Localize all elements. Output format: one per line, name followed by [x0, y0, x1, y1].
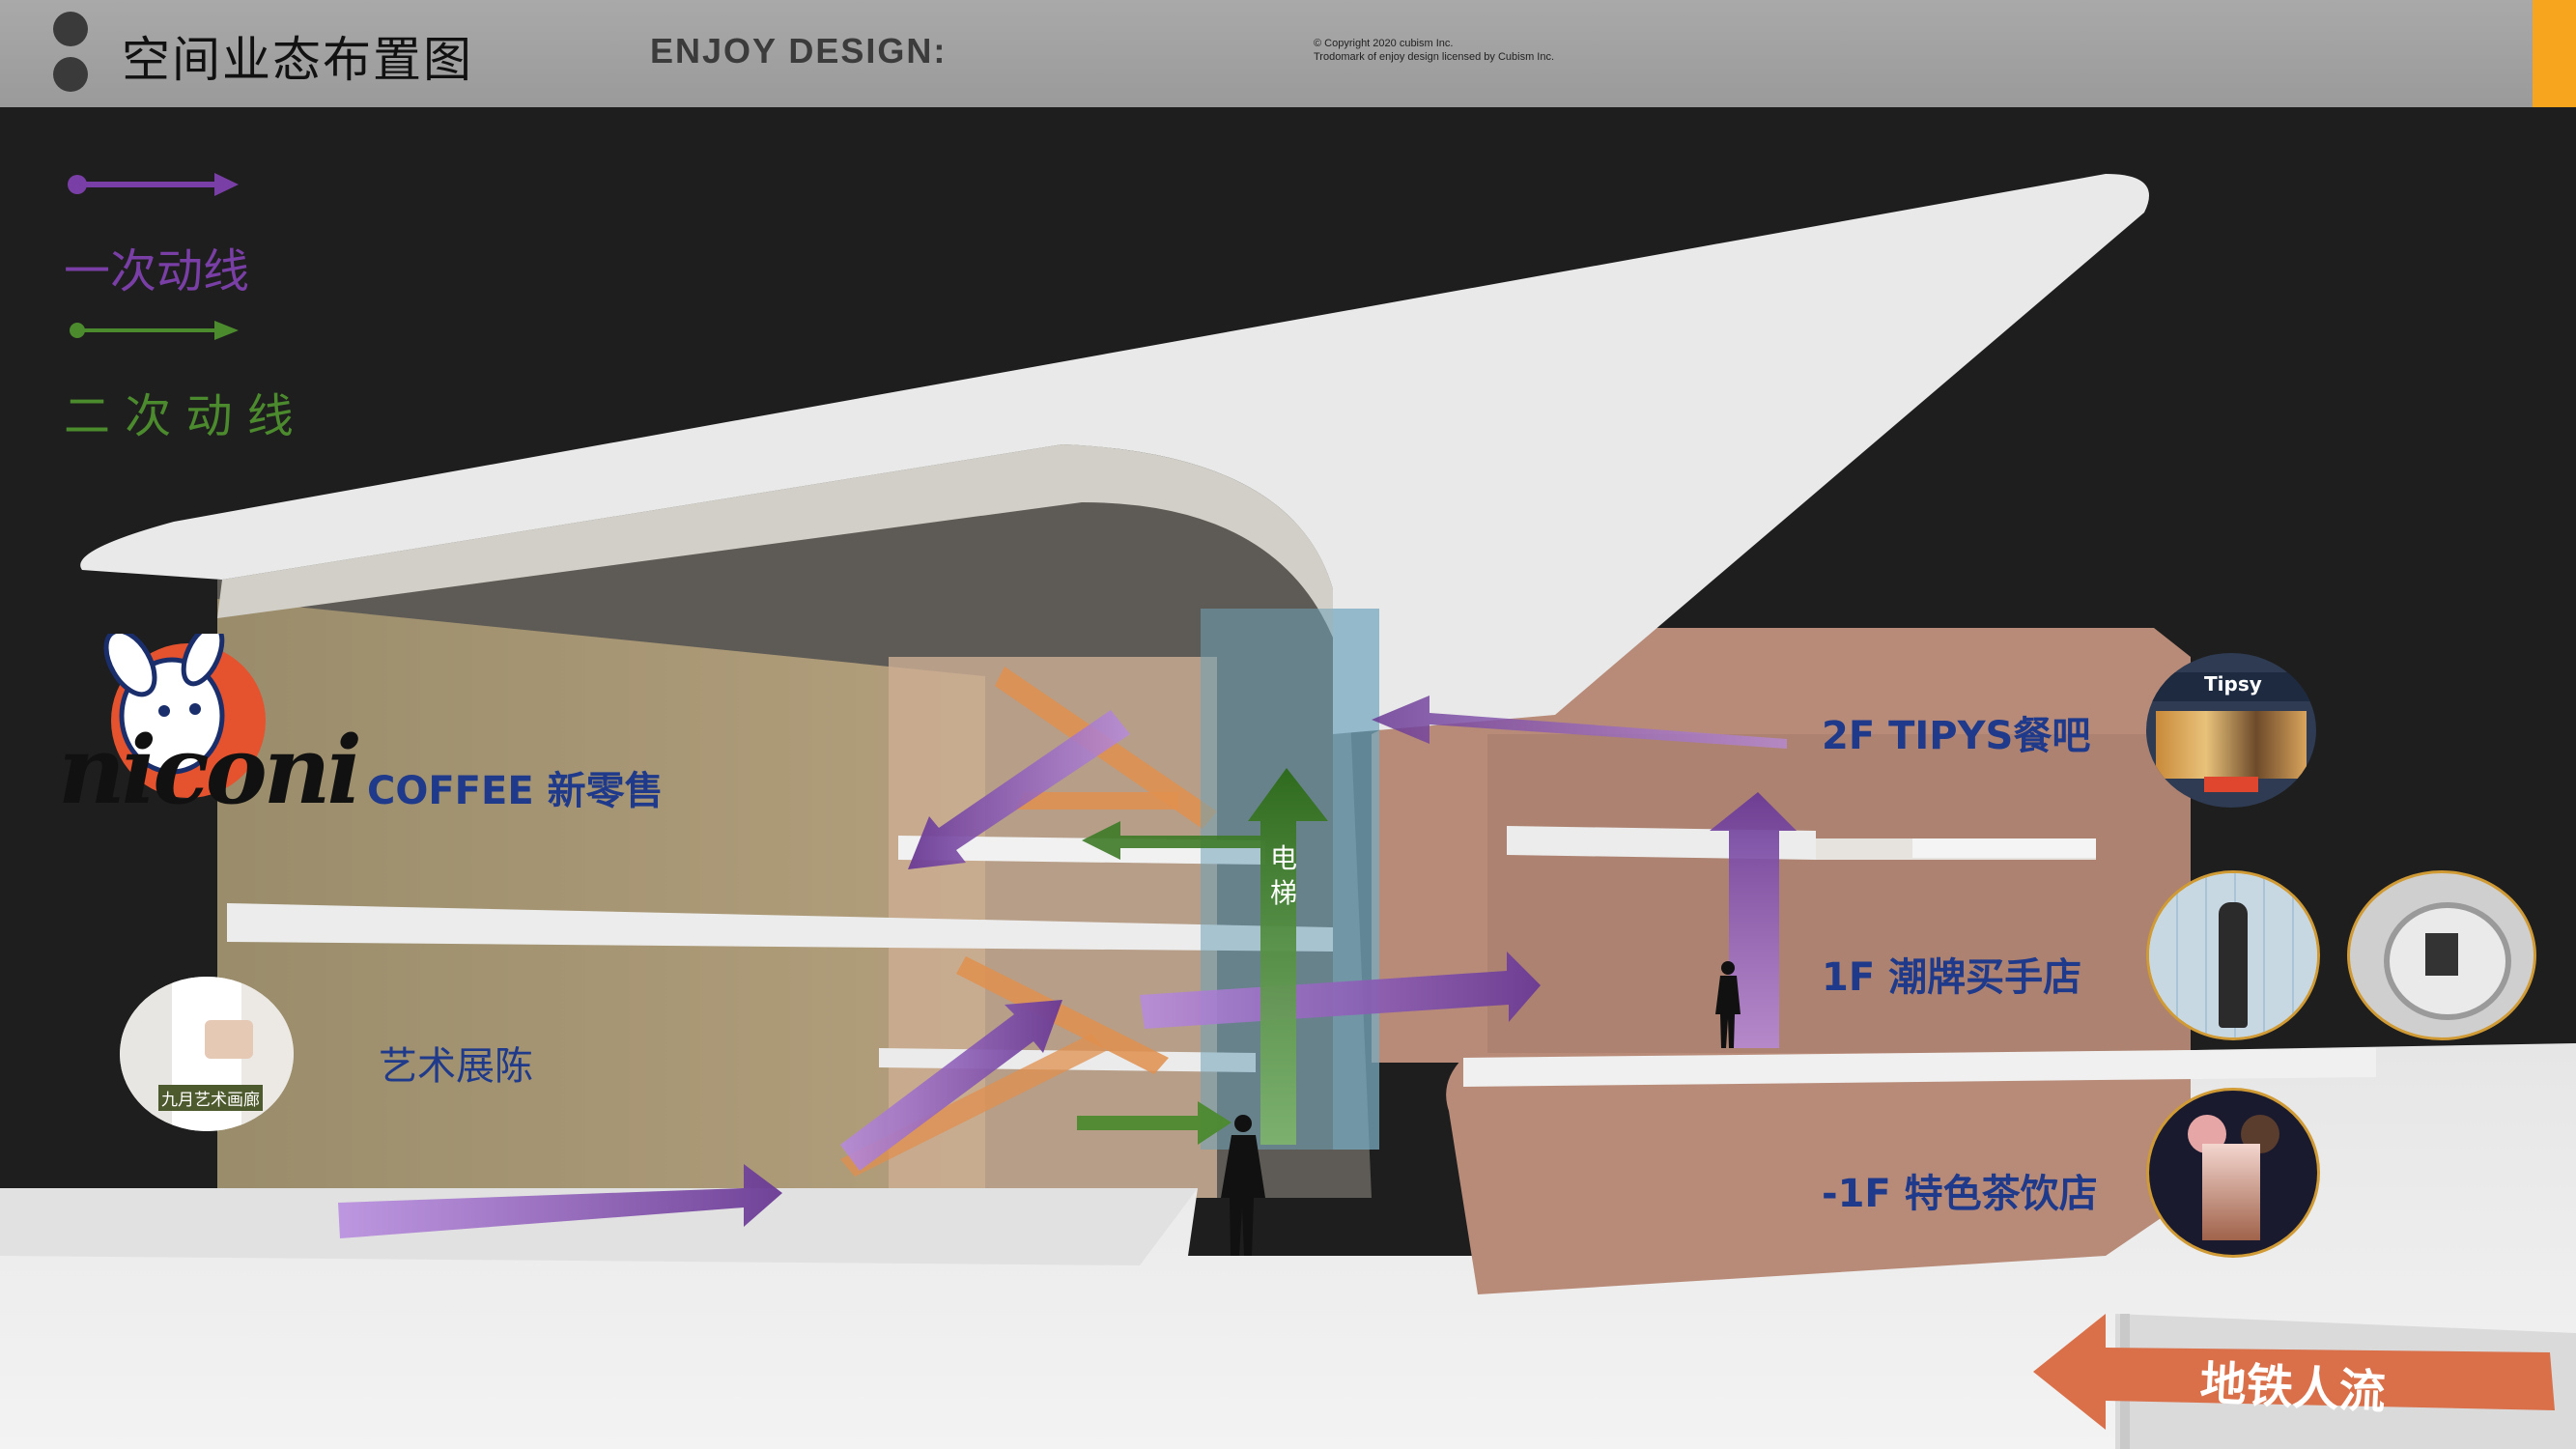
niconi-logo-text: niconi	[58, 716, 362, 825]
ice-cream-cone	[2202, 1144, 2260, 1240]
copyright-line-2: Trodomark of enjoy design licensed by Cu…	[1314, 51, 1555, 63]
header-bar: 空间业态布置图 ENJOY DESIGN: © Copyright 2020 c…	[0, 0, 2576, 107]
scene: 一次动线 二 次 动 线 niconi COFFEE 新零售 九月艺术画廊 艺术…	[0, 107, 2576, 1449]
brand-name: ENJOY DESIGN:	[650, 31, 948, 71]
metro-flow-label: 地铁人流	[2198, 1356, 2388, 1420]
primary-legend-arrow	[68, 173, 239, 196]
floor-b1-label: -1F 特色茶饮店	[1822, 1172, 2098, 1216]
streetwear-store-photo	[2146, 870, 2320, 1040]
tipsy-bar-photo: Tipsy	[2146, 653, 2316, 808]
copyright-line-1: © Copyright 2020 cubism Inc.	[1314, 38, 1454, 49]
orange-tab	[2533, 0, 2576, 107]
tea-drink-photo	[2146, 1088, 2320, 1258]
elevator-label: 电 梯	[1270, 841, 1297, 911]
tipsy-banner	[2204, 777, 2258, 792]
copyright-notice: © Copyright 2020 cubism Inc. Trodomark o…	[1314, 37, 1554, 64]
store-interior-photo	[2347, 870, 2536, 1040]
coffee-label: COFFEE 新零售	[367, 769, 664, 813]
gallery-sign: 九月艺术画廊	[158, 1085, 263, 1111]
header-dot-top	[53, 12, 88, 46]
gallery-artwork	[205, 1020, 253, 1059]
secondary-legend-label: 二 次 动 线	[64, 389, 294, 443]
floor-2f-label: 2F TIPYS餐吧	[1822, 714, 2091, 758]
tipsy-sign: Tipsy	[2204, 672, 2262, 696]
page-title: 空间业态布置图	[122, 32, 473, 88]
art-exhibition-label: 艺术展陈	[379, 1044, 533, 1089]
store-model-figure	[2219, 902, 2248, 1028]
interior-display	[2425, 933, 2458, 976]
floor-1f-label: 1F 潮牌买手店	[1822, 955, 2082, 1000]
secondary-legend-arrow	[70, 321, 239, 340]
tipsy-storefront	[2156, 711, 2307, 779]
primary-legend-label: 一次动线	[64, 244, 250, 298]
elevator-char-2: 梯	[1270, 877, 1298, 909]
elevator-char-1: 电	[1270, 842, 1298, 874]
header-dot-bottom	[53, 57, 88, 92]
art-gallery-photo: 九月艺术画廊	[120, 977, 294, 1131]
